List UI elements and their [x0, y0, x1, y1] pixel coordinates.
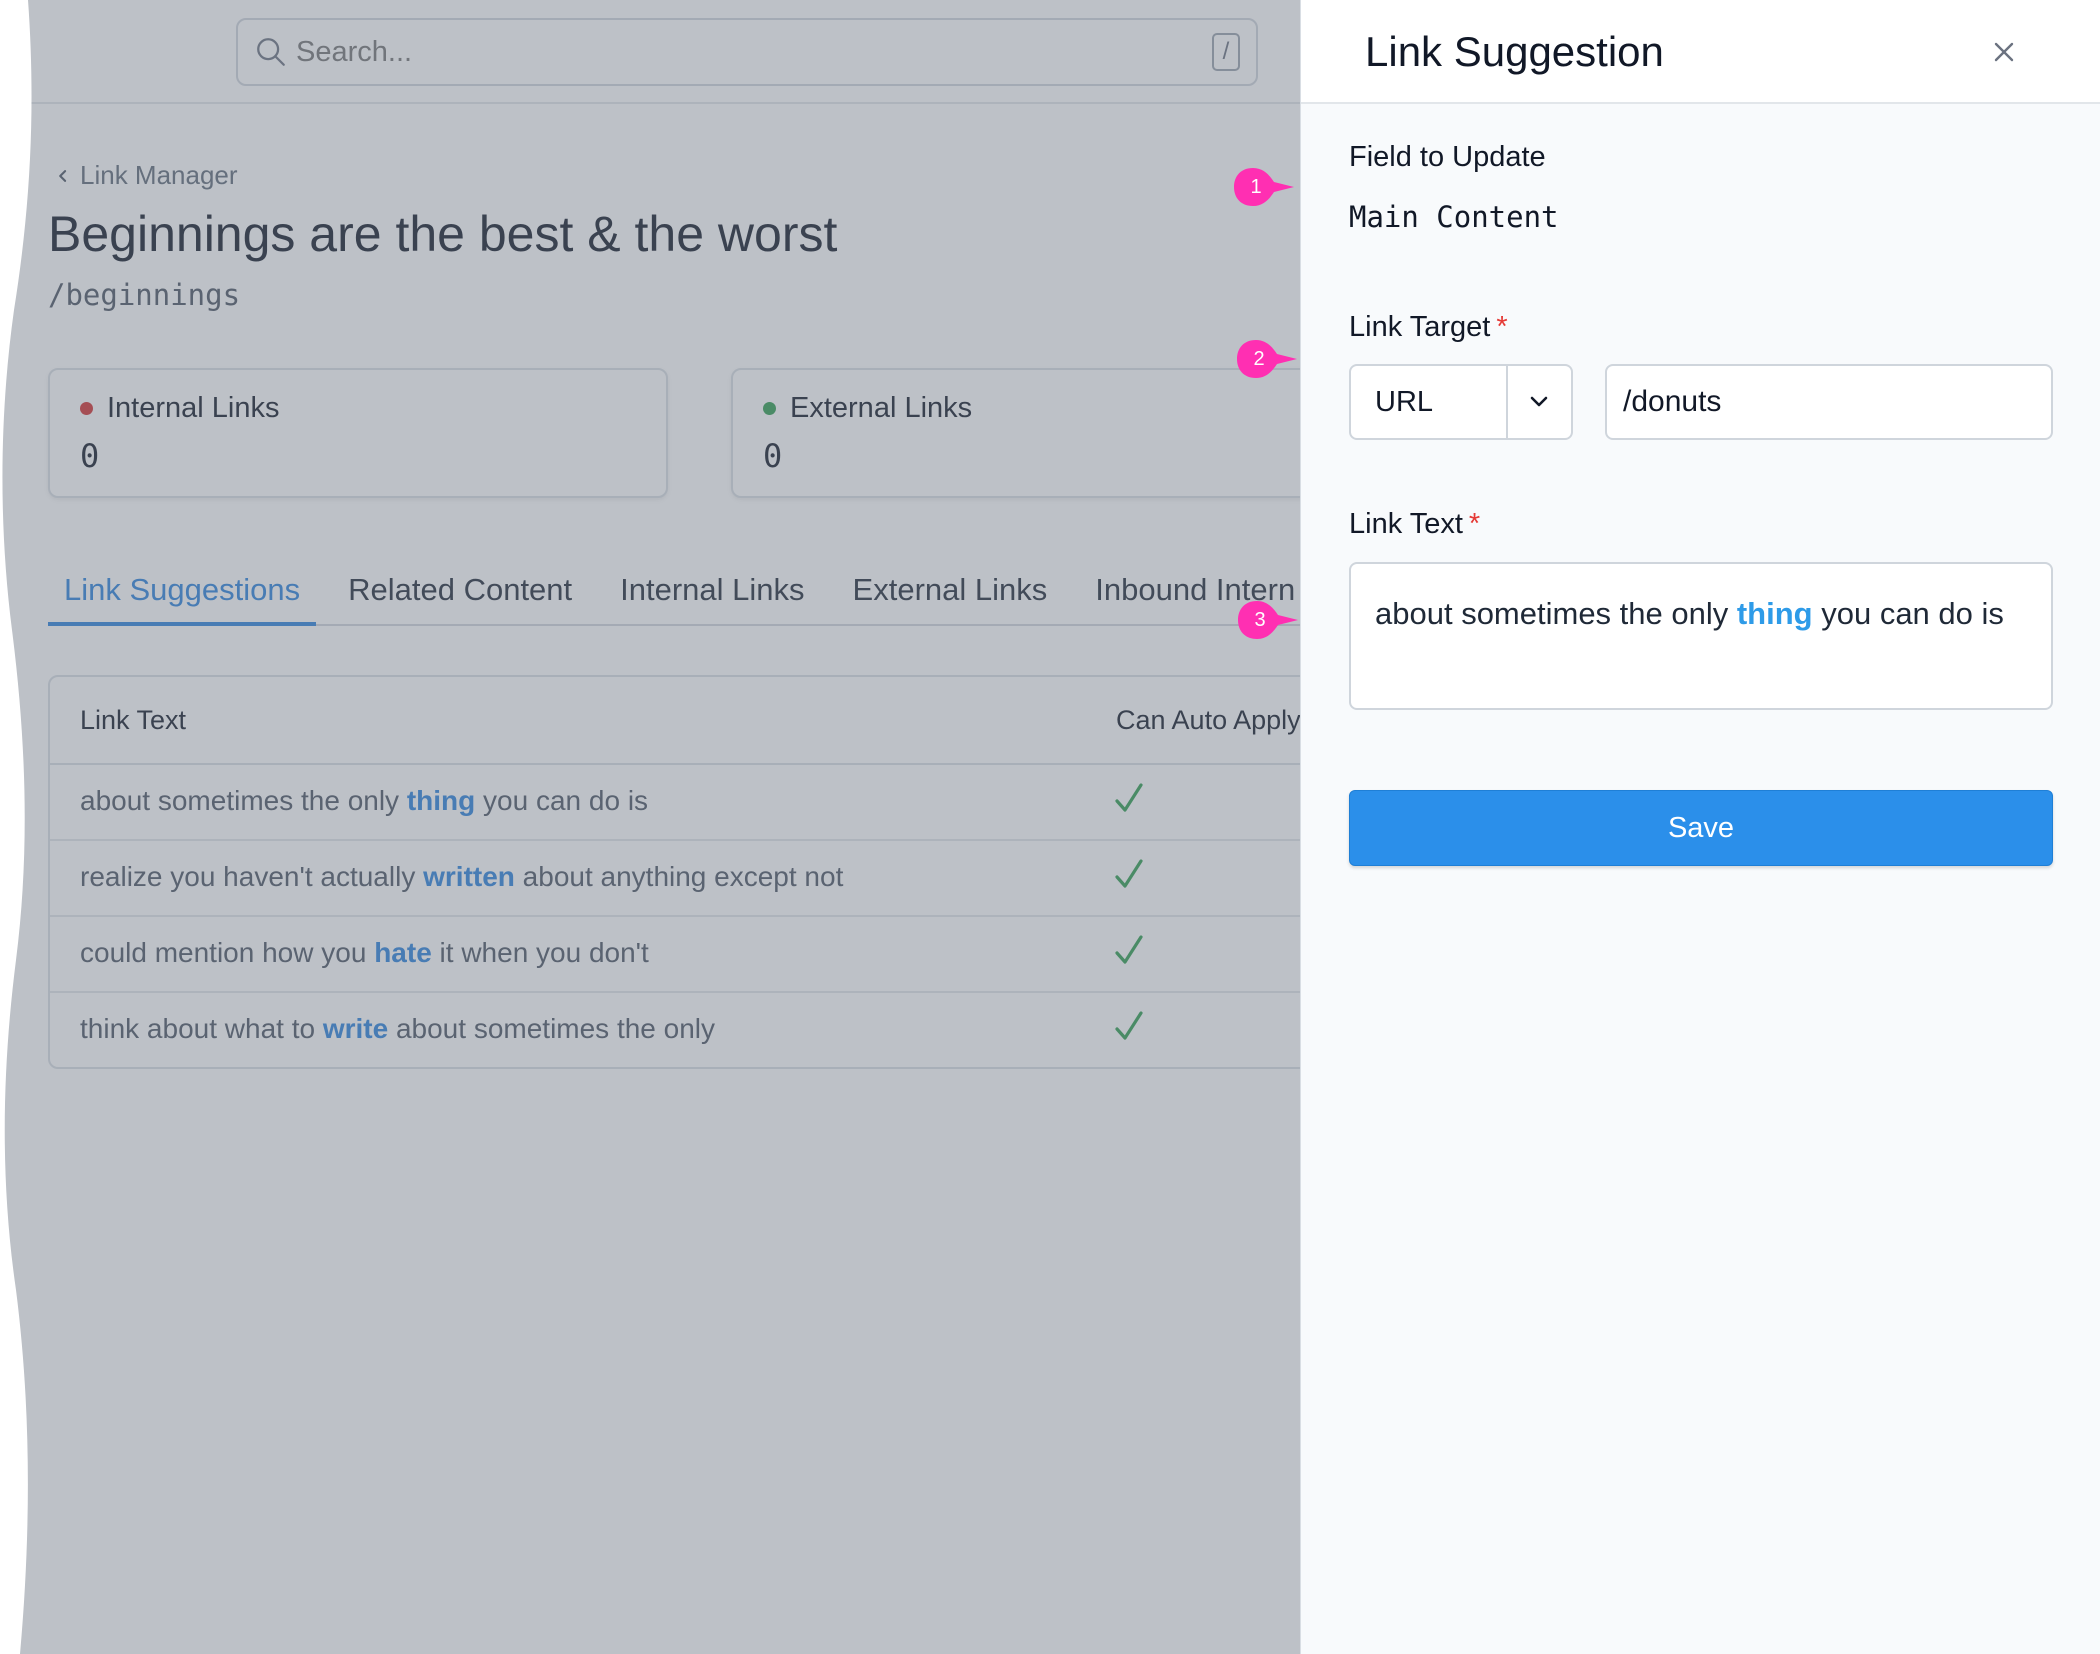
callout-marker-label: 1: [1250, 176, 1262, 198]
search-icon: [257, 38, 285, 66]
tab-link-suggestions[interactable]: Link Suggestions: [48, 556, 317, 626]
close-icon: [1994, 42, 2014, 62]
select-value: URL: [1375, 386, 1434, 418]
link-text-cell: could mention how you hate it when you d…: [80, 937, 649, 968]
stat-card-internal-links: Internal Links 0: [48, 368, 668, 498]
top-bar: /: [0, 0, 1300, 104]
keyword-highlight: written: [423, 861, 515, 892]
select-toggle[interactable]: [1505, 366, 1571, 438]
stat-value: 0: [80, 437, 100, 475]
chevron-left-icon: [59, 169, 67, 182]
stat-card-external-links: External Links 0: [731, 368, 1300, 498]
keyword-highlight: thing: [406, 785, 476, 816]
tab-related-content[interactable]: Related Content: [332, 556, 588, 626]
check-icon: [1115, 783, 1143, 812]
table-row[interactable]: about sometimes the only thing you can d…: [50, 765, 1300, 841]
link-text-cell: about sometimes the only thing you can d…: [80, 785, 649, 816]
callout-marker-label: 2: [1253, 348, 1265, 370]
link-suggestions-table: Link Text Can Auto Apply about sometimes…: [48, 675, 1300, 1069]
field-to-update-value: Main Content: [1349, 200, 1559, 234]
check-icon: [1115, 935, 1143, 964]
check-icon: [1115, 1011, 1143, 1040]
table-header: Link Text Can Auto Apply: [50, 677, 1300, 765]
link-target-type-select[interactable]: URL: [1349, 364, 1573, 440]
page-title: Beginnings are the best & the worst: [48, 206, 838, 262]
search-shortcut-key: /: [1212, 33, 1240, 71]
stat-value: 0: [763, 437, 783, 475]
callout-marker-label: 3: [1254, 609, 1266, 631]
keyword-highlight: write: [322, 1013, 389, 1044]
search-box[interactable]: /: [236, 18, 1258, 86]
required-asterisk: *: [1496, 311, 1508, 343]
breadcrumb[interactable]: Link Manager: [56, 160, 238, 191]
status-dot: [80, 402, 93, 415]
keyword-highlight: hate: [374, 937, 432, 968]
keyword-highlight: thing: [1736, 596, 1813, 631]
close-button[interactable]: [1986, 34, 2022, 70]
link-text-cell: realize you haven't actually written abo…: [80, 861, 844, 892]
chevron-down-icon: [1531, 396, 1548, 407]
check-icon: [1115, 859, 1143, 888]
torn-edge-decoration: [0, 0, 32, 1654]
link-text-field[interactable]: about sometimes the only thing you can d…: [1349, 562, 2053, 710]
link-text-cell: think about what to write about sometime…: [80, 1013, 716, 1044]
column-header-link-text: Link Text: [80, 705, 187, 735]
drawer-title: Link Suggestion: [1365, 28, 1664, 75]
table-row[interactable]: think about what to write about sometime…: [50, 993, 1300, 1067]
status-dot: [763, 402, 776, 415]
drawer-header: Link Suggestion: [1301, 0, 2100, 104]
search-input[interactable]: [296, 35, 1212, 69]
breadcrumb-link[interactable]: Link Manager: [80, 160, 238, 191]
table-row[interactable]: realize you haven't actually written abo…: [50, 841, 1300, 917]
field-to-update-label: Field to Update: [1349, 141, 1546, 173]
page-slug: /beginnings: [48, 278, 241, 312]
link-suggestion-drawer: Link Suggestion Field to Update Main Con…: [1300, 0, 2100, 1654]
link-target-label: Link Target *: [1349, 311, 1508, 343]
link-target-url-input[interactable]: [1605, 364, 2053, 440]
save-button[interactable]: Save: [1349, 790, 2053, 866]
tab-bar: Link Suggestions Related Content Interna…: [48, 556, 1300, 626]
required-asterisk: *: [1468, 508, 1481, 540]
stat-label: External Links: [790, 392, 973, 424]
background-page: / Link Manager Beginnings are the best &…: [0, 0, 1300, 1654]
tab-internal-links[interactable]: Internal Links: [604, 556, 820, 626]
link-text-label: Link Text *: [1349, 508, 1481, 540]
column-header-can-auto-apply: Can Auto Apply: [1116, 705, 1300, 735]
table-row[interactable]: could mention how you hate it when you d…: [50, 917, 1300, 993]
tab-external-links[interactable]: External Links: [837, 556, 1064, 626]
stat-label: Internal Links: [107, 392, 280, 424]
